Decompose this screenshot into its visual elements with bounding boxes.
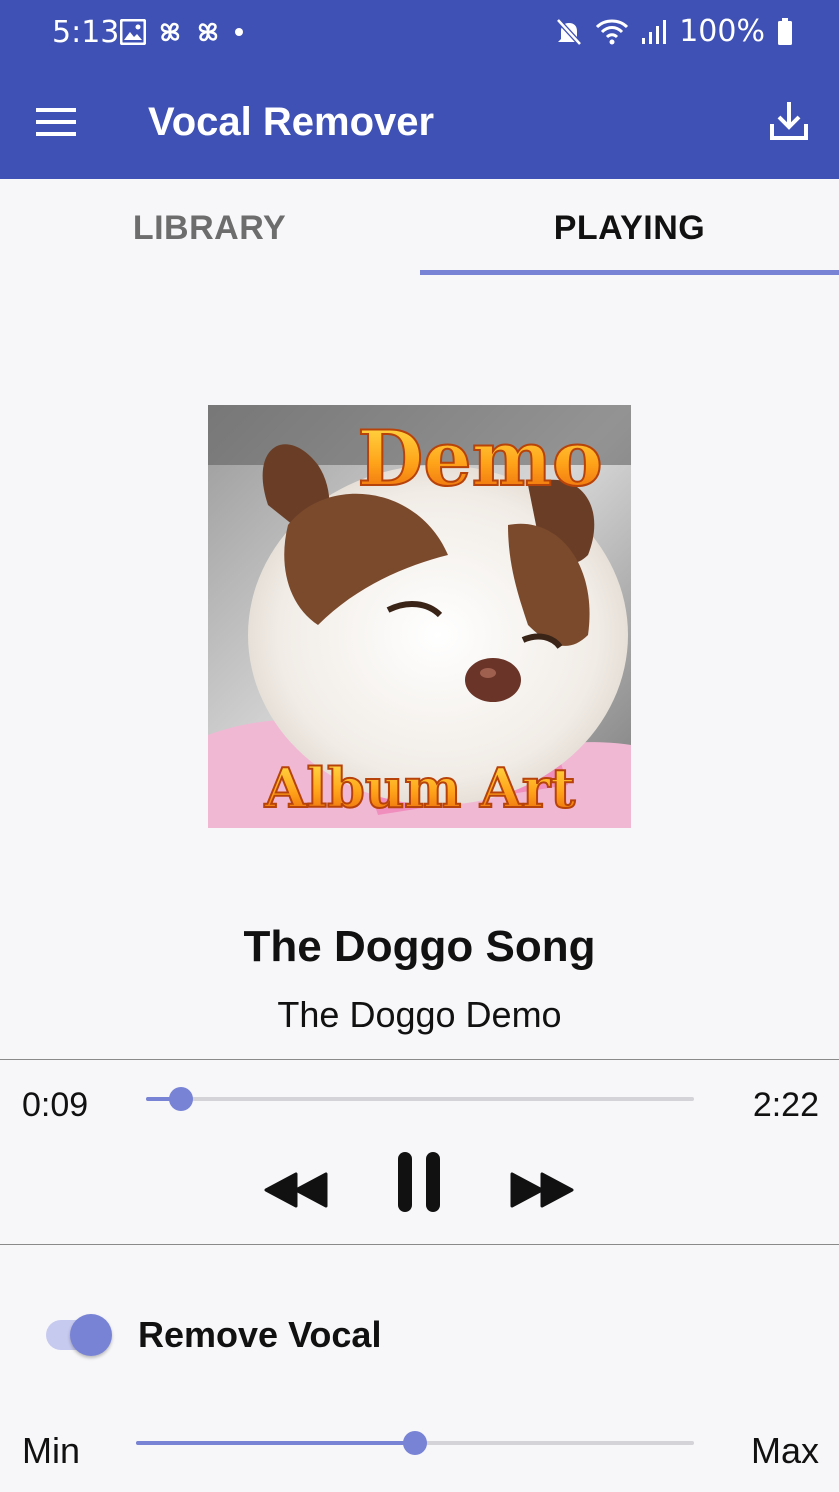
album-art-text-bottom: Album Art bbox=[264, 756, 576, 820]
vocal-level-slider[interactable] bbox=[136, 1430, 694, 1456]
elapsed-time: 0:09 bbox=[22, 1086, 89, 1124]
hamburger-menu-icon[interactable] bbox=[36, 106, 76, 138]
max-label: Max bbox=[750, 1430, 819, 1471]
divider bbox=[0, 1244, 839, 1245]
app-bar: Vocal Remover bbox=[0, 68, 839, 179]
divider bbox=[0, 1059, 839, 1060]
song-title: The Doggo Song bbox=[243, 922, 596, 971]
seek-bar[interactable] bbox=[146, 1086, 694, 1112]
tab-library[interactable]: LIBRARY bbox=[0, 179, 419, 277]
app-title: Vocal Remover bbox=[148, 100, 435, 144]
album-art-text-top: Demo bbox=[357, 414, 602, 503]
duration-time: 2:22 bbox=[752, 1086, 819, 1124]
status-icons-right: 100% bbox=[555, 14, 793, 49]
rewind-icon[interactable] bbox=[264, 1172, 328, 1208]
min-label: Min bbox=[22, 1430, 81, 1471]
signal-icon bbox=[642, 19, 667, 44]
switch-thumb bbox=[70, 1314, 112, 1356]
status-icons-left bbox=[120, 18, 246, 46]
remove-vocal-switch[interactable] bbox=[46, 1314, 112, 1356]
vocal-level-fill bbox=[136, 1441, 415, 1445]
wifi-icon bbox=[596, 19, 629, 44]
tab-playing[interactable]: PLAYING bbox=[420, 179, 839, 277]
pause-icon[interactable] bbox=[396, 1150, 442, 1214]
gallery-icon bbox=[120, 19, 146, 45]
dot-icon bbox=[235, 28, 243, 36]
vocal-level-thumb[interactable] bbox=[403, 1431, 427, 1455]
status-time: 5:13 bbox=[52, 15, 120, 50]
seek-thumb[interactable] bbox=[169, 1087, 193, 1111]
download-icon[interactable] bbox=[769, 100, 809, 142]
song-artist: The Doggo Demo bbox=[277, 994, 562, 1035]
album-art: Demo Album Art bbox=[208, 405, 631, 828]
pinwheel-icon bbox=[198, 22, 218, 42]
seek-track bbox=[146, 1097, 694, 1101]
album-art-image: Demo Album Art bbox=[208, 405, 631, 828]
battery-percent: 100% bbox=[679, 14, 765, 49]
battery-icon bbox=[778, 17, 792, 45]
playback-controls bbox=[0, 1150, 839, 1220]
remove-vocal-label: Remove Vocal bbox=[138, 1314, 382, 1355]
tab-indicator bbox=[420, 270, 839, 275]
fast-forward-icon[interactable] bbox=[510, 1172, 574, 1208]
tab-bar: LIBRARY PLAYING bbox=[0, 179, 839, 277]
mute-icon bbox=[556, 17, 583, 46]
pinwheel-icon bbox=[160, 22, 180, 42]
status-bar: 5:13 100% bbox=[0, 0, 839, 68]
